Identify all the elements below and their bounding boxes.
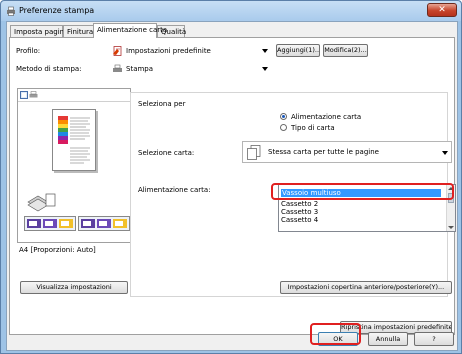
pages-icon bbox=[247, 145, 261, 160]
preview-caption: A4 [Proporzioni: Auto] bbox=[19, 246, 96, 254]
chevron-down-icon bbox=[262, 49, 268, 53]
radio-tipo-di-carta-label: Tipo di carta bbox=[291, 124, 335, 132]
tab-alimentazione-carta[interactable]: Alimentazione carta bbox=[93, 23, 167, 38]
scroll-up-icon[interactable] bbox=[448, 187, 454, 190]
paper-source-label: Alimentazione carta: bbox=[138, 186, 211, 194]
edit-profile-button[interactable]: Modifica(2)... bbox=[323, 44, 368, 57]
list-scrollbar[interactable] bbox=[446, 185, 455, 231]
profile-icon bbox=[113, 46, 122, 56]
title-bar[interactable]: Preferenze stampa ✕ bbox=[1, 1, 461, 21]
dialog-client: Imposta pagina Finitura Alimentazione ca… bbox=[6, 21, 458, 351]
list-item-cassetto-4[interactable]: Cassetto 4 bbox=[281, 216, 318, 224]
add-profile-button[interactable]: Aggiungi(1)... bbox=[276, 44, 320, 57]
color-bars-icon bbox=[58, 116, 68, 144]
preview-panel bbox=[17, 88, 131, 243]
list-item-cassetto-2[interactable]: Cassetto 2 bbox=[281, 200, 318, 208]
close-button[interactable]: ✕ bbox=[427, 3, 457, 17]
tray-icon[interactable] bbox=[80, 218, 128, 229]
text-lines-icon bbox=[70, 117, 90, 164]
view-settings-button[interactable]: Visualizza impostazioni bbox=[20, 281, 128, 294]
profile-select[interactable]: Impostazioni predefinite bbox=[108, 44, 272, 57]
scroll-down-icon[interactable] bbox=[448, 226, 454, 229]
print-preferences-window: Preferenze stampa ✕ Imposta pagina Finit… bbox=[0, 0, 462, 354]
paper-stack-icon bbox=[27, 193, 56, 212]
ok-button[interactable]: OK bbox=[318, 332, 358, 346]
preview-toolbar bbox=[18, 89, 130, 102]
print-method-select[interactable]: Stampa bbox=[108, 62, 272, 75]
page-view-icon[interactable] bbox=[20, 91, 28, 99]
radio-alimentazione-carta-label: Alimentazione carta bbox=[291, 113, 362, 121]
radio-tipo-di-carta[interactable] bbox=[280, 124, 287, 131]
tab-panel: Profilo: Impostazioni predefinite Aggiun… bbox=[9, 37, 456, 335]
list-item-cassetto-3[interactable]: Cassetto 3 bbox=[281, 208, 318, 216]
printer-icon bbox=[7, 6, 15, 16]
chevron-down-icon bbox=[262, 67, 268, 71]
paper-selection-select[interactable]: Stessa carta per tutte le pagine bbox=[242, 141, 452, 163]
cancel-button[interactable]: Annulla bbox=[368, 332, 408, 346]
printer-view-icon[interactable] bbox=[29, 91, 38, 99]
paper-selection-label: Selezione carta: bbox=[138, 149, 195, 157]
paper-source-list[interactable]: Vassoio multiuso Cassetto 2 Cassetto 3 C… bbox=[278, 184, 456, 232]
window-title: Preferenze stampa bbox=[19, 6, 95, 15]
page-preview bbox=[52, 109, 96, 171]
tray-icon[interactable] bbox=[26, 218, 74, 229]
tray-buttons-left bbox=[24, 216, 76, 231]
chevron-down-icon bbox=[442, 151, 448, 155]
printer-icon bbox=[113, 64, 122, 72]
select-by-label: Seleziona per bbox=[138, 100, 186, 108]
paper-selection-value: Stessa carta per tutte le pagine bbox=[268, 148, 379, 156]
profile-value: Impostazioni predefinite bbox=[126, 47, 211, 55]
cover-settings-button[interactable]: Impostazioni copertina anteriore/posteri… bbox=[280, 281, 452, 294]
list-item-vassoio-multiuso[interactable]: Vassoio multiuso bbox=[281, 189, 441, 197]
help-button[interactable]: ? bbox=[414, 332, 454, 346]
scroll-thumb[interactable] bbox=[448, 193, 454, 203]
radio-alimentazione-carta[interactable] bbox=[280, 113, 287, 120]
print-method-value: Stampa bbox=[126, 65, 154, 73]
profile-label: Profilo: bbox=[16, 47, 41, 55]
tray-buttons-right bbox=[78, 216, 130, 231]
print-method-label: Metodo di stampa: bbox=[16, 65, 82, 73]
